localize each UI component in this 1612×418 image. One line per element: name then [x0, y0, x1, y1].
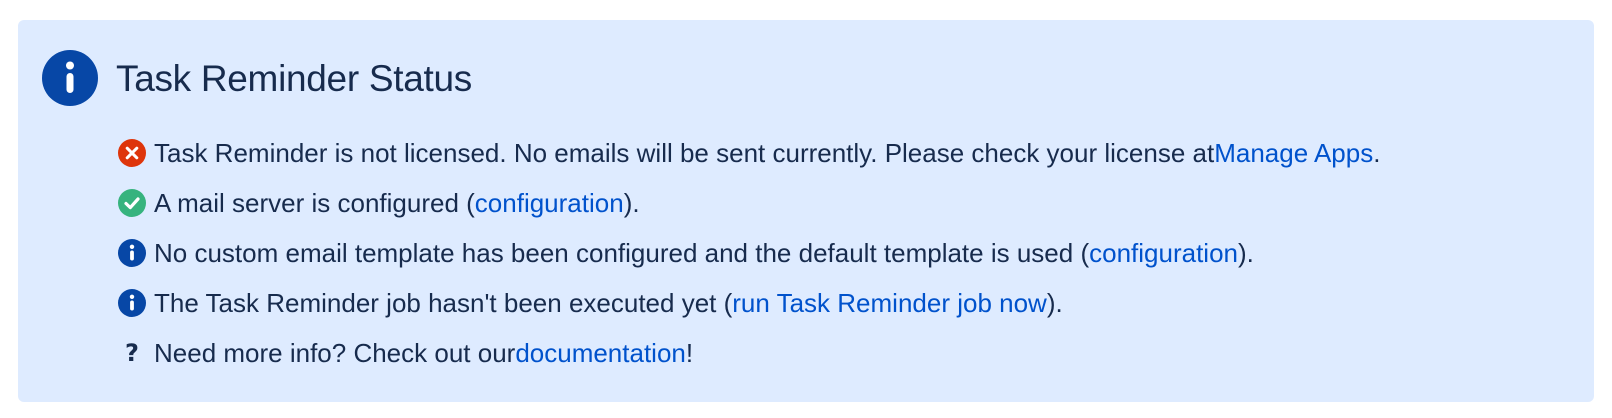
info-icon: [42, 50, 98, 106]
status-item-job: The Task Reminder job hasn't been execut…: [118, 278, 1380, 328]
run-job-link[interactable]: run Task Reminder job now: [732, 288, 1047, 319]
mail-configuration-link[interactable]: configuration: [475, 188, 624, 219]
status-text-suffix: ).: [623, 187, 640, 218]
status-item-email-template: No custom email template has been config…: [118, 228, 1380, 278]
status-list: Task Reminder is not licensed. No emails…: [118, 128, 1380, 378]
status-item-help: ? Need more info? Check out our document…: [118, 328, 1380, 378]
status-text-suffix: !: [685, 337, 694, 368]
status-text: A mail server is configured (: [154, 187, 475, 218]
status-text: The Task Reminder job hasn't been execut…: [154, 287, 733, 318]
panel-title: Task Reminder Status: [116, 58, 472, 99]
template-configuration-link[interactable]: configuration: [1089, 238, 1238, 269]
status-text-suffix: ).: [1238, 237, 1254, 268]
status-text: No custom email template has been config…: [154, 237, 1090, 268]
error-icon: [118, 139, 146, 167]
status-panel: Task Reminder Status Task Reminder is no…: [18, 20, 1594, 402]
status-text-suffix: .: [1373, 137, 1381, 168]
check-icon: [118, 189, 146, 217]
status-item-mail-server: A mail server is configured (configurati…: [118, 178, 1380, 228]
info-icon: [118, 239, 146, 267]
manage-apps-link[interactable]: Manage Apps: [1214, 138, 1373, 169]
info-icon: [118, 289, 146, 317]
question-icon: ?: [118, 339, 146, 367]
status-item-license: Task Reminder is not licensed. No emails…: [118, 128, 1380, 178]
documentation-link[interactable]: documentation: [515, 338, 686, 369]
status-text: Task Reminder is not licensed. No emails…: [154, 137, 1215, 168]
status-text: Need more info? Check out our: [154, 337, 516, 368]
question-glyph: ?: [125, 339, 139, 367]
status-text-suffix: ).: [1046, 287, 1063, 318]
